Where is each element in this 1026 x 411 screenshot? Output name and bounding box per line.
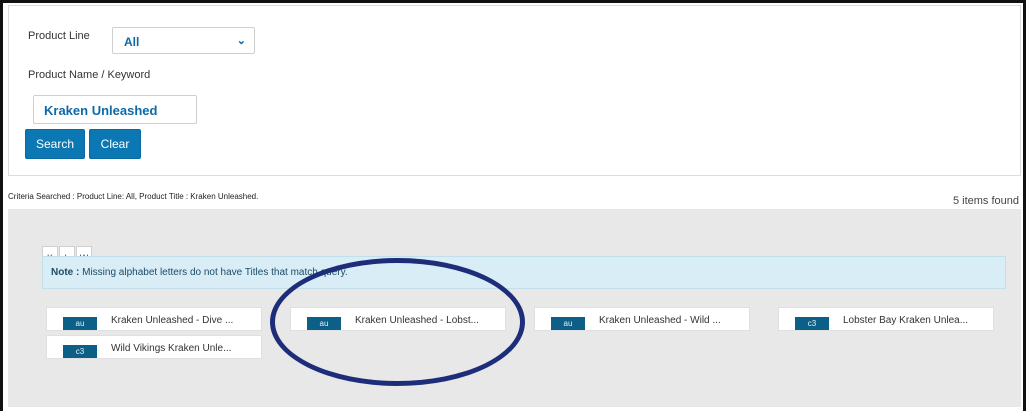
badge-au: au	[551, 317, 585, 330]
clear-button[interactable]: Clear	[89, 129, 141, 159]
result-item[interactable]: c3 Wild Vikings Kraken Unle...	[46, 335, 262, 359]
result-item[interactable]: c3 Lobster Bay Kraken Unlea...	[778, 307, 994, 331]
result-item[interactable]: au Kraken Unleashed - Wild ...	[534, 307, 750, 331]
items-found-count: 5 items found	[952, 195, 1019, 207]
keyword-input-value: Kraken Unleashed	[44, 103, 158, 118]
search-button[interactable]: Search	[25, 129, 85, 159]
annotation-oval	[270, 258, 525, 386]
note-prefix: Note :	[51, 267, 80, 278]
frame-left-border	[0, 0, 3, 411]
product-line-label: Product Line	[28, 30, 90, 42]
badge-au: au	[63, 317, 97, 330]
result-item-title: Kraken Unleashed - Wild ...	[599, 315, 721, 326]
product-line-select[interactable]: All ⌄	[112, 27, 255, 54]
frame-top-border	[0, 0, 1026, 3]
result-item[interactable]: au Kraken Unleashed - Dive ...	[46, 307, 262, 331]
keyword-label: Product Name / Keyword	[28, 69, 151, 81]
result-item-title: Lobster Bay Kraken Unlea...	[843, 315, 969, 326]
result-item-title: Kraken Unleashed - Dive ...	[111, 315, 234, 326]
keyword-input[interactable]: Kraken Unleashed	[33, 95, 197, 124]
chevron-down-icon: ⌄	[236, 35, 246, 47]
search-panel: Product Line All ⌄ Product Name / Keywor…	[8, 5, 1021, 176]
result-item-title: Wild Vikings Kraken Unle...	[111, 343, 232, 354]
criteria-text: Criteria Searched : Product Line: All, P…	[8, 192, 259, 201]
badge-c3: c3	[795, 317, 829, 330]
note-banner: Note : Missing alphabet letters do not h…	[42, 256, 1006, 289]
badge-c3: c3	[63, 345, 97, 358]
product-line-value: All	[124, 35, 140, 49]
